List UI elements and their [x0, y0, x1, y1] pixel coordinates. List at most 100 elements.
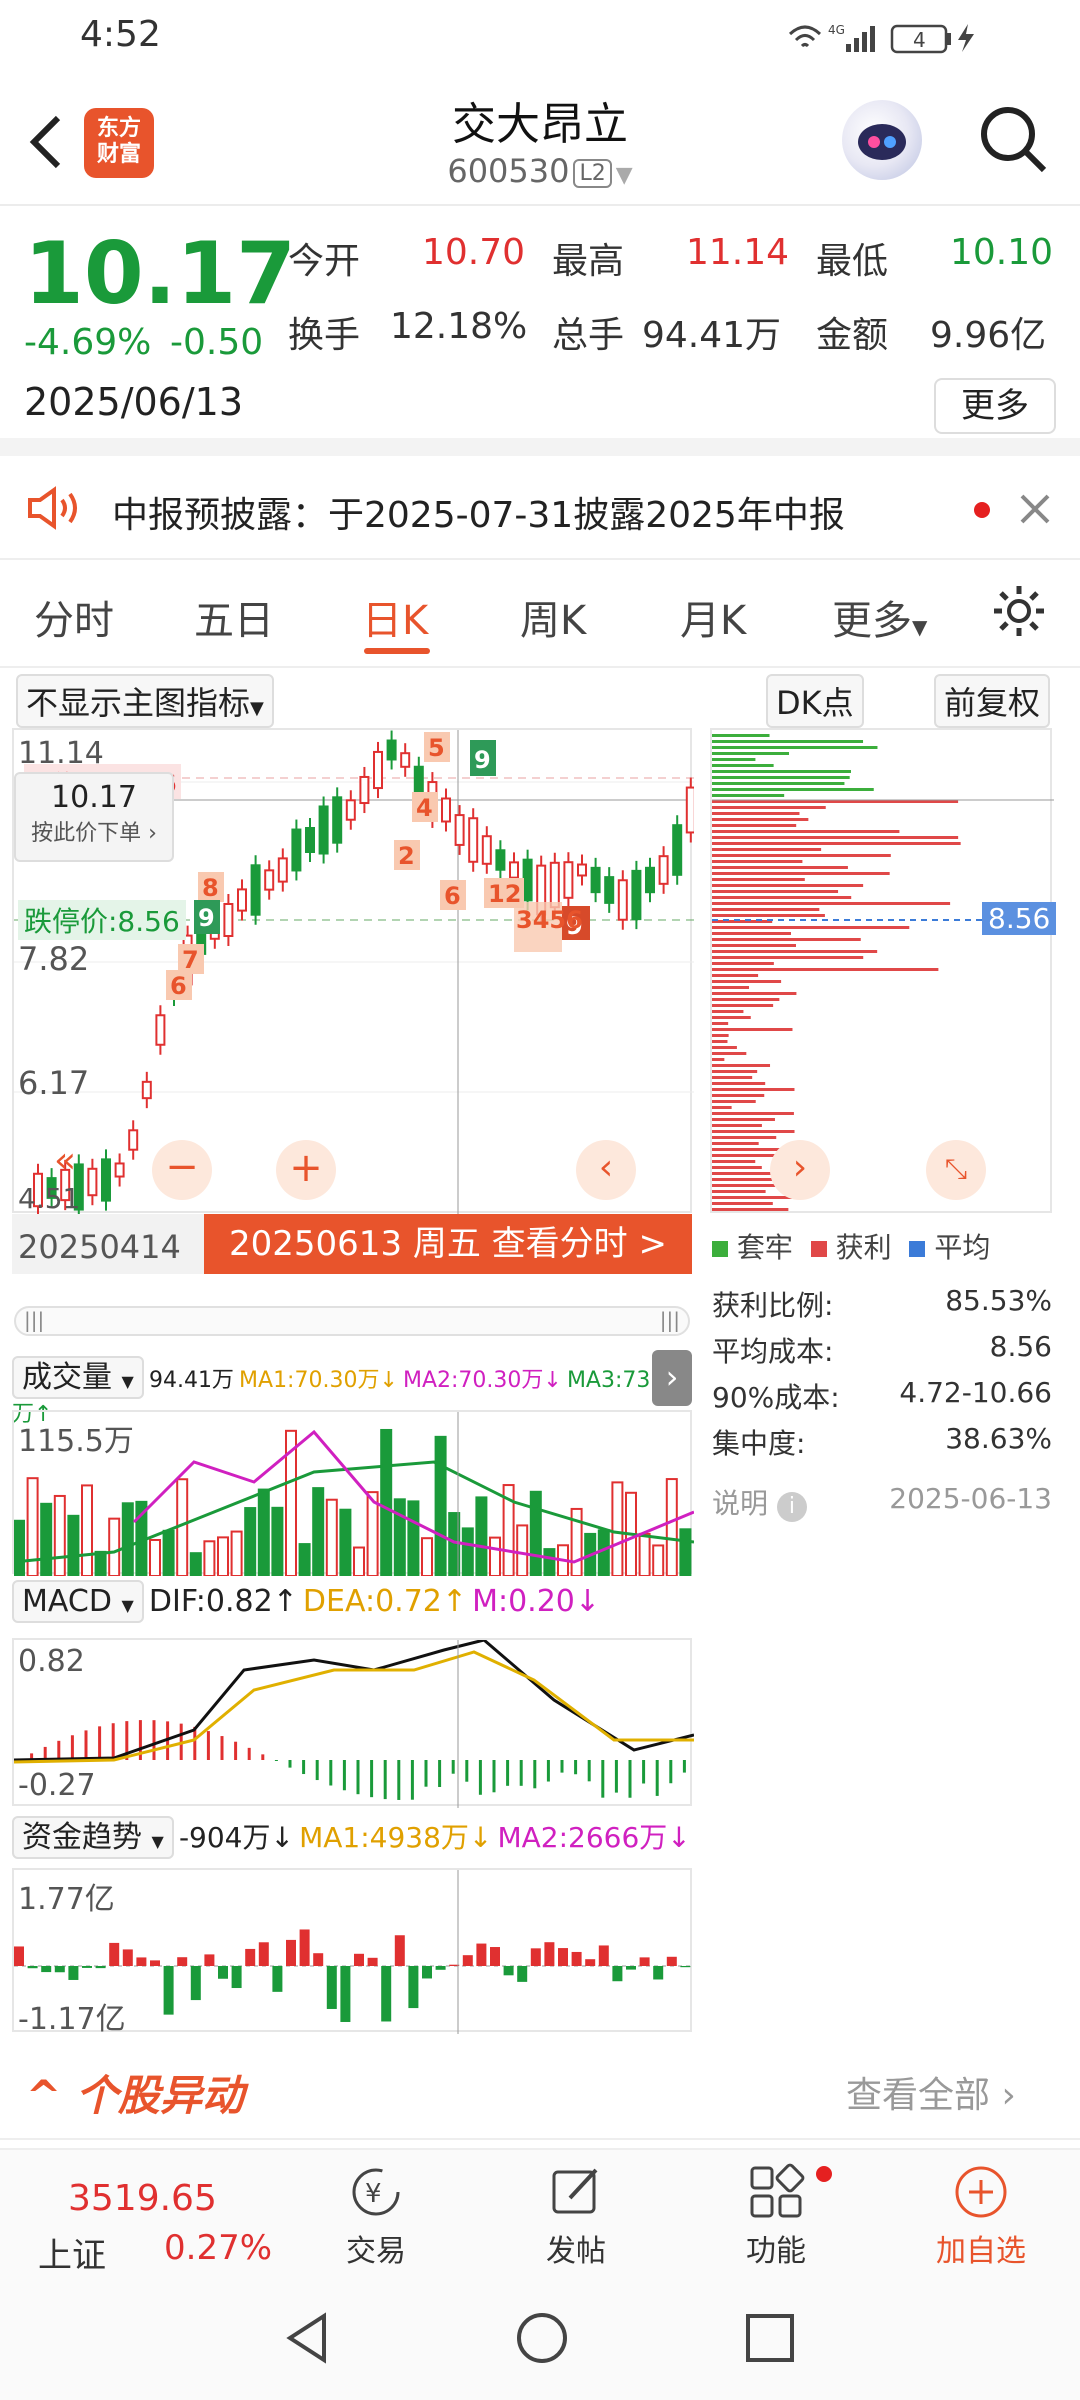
chip-bar	[712, 998, 780, 1001]
chip-bar	[712, 866, 848, 869]
chip-bar	[712, 974, 759, 977]
features-button[interactable]: 功能	[736, 2162, 832, 2270]
trade-button[interactable]: ¥ 交易	[336, 2162, 416, 2270]
chip-bar	[712, 1136, 777, 1139]
bottom-toolbar: 3519.65 上证 0.27% ¥ 交易 发帖 功能 加自选	[0, 2148, 1080, 2278]
status-bar: 4:52 4G 4	[0, 0, 1080, 70]
candle-body	[468, 817, 479, 863]
open-label: 今开	[288, 241, 361, 282]
macd-select[interactable]: MACD ▼	[12, 1580, 144, 1623]
volume-select[interactable]: 成交量 ▼	[12, 1356, 144, 1399]
notice-bar[interactable]: 中报预披露：于2025-07-31披露2025年中报	[0, 456, 1080, 560]
main-indicator-select[interactable]: 不显示主图指标▼	[16, 674, 274, 728]
tab-daily-k[interactable]: 日K	[362, 588, 428, 646]
candle-body	[617, 879, 628, 921]
recents-nav-icon[interactable]	[740, 2308, 800, 2368]
assistant-avatar[interactable]	[842, 100, 922, 180]
chart-tabs: 分时 五日 日K 周K 月K 更多▼	[0, 560, 1080, 668]
fund-bar	[340, 1966, 351, 2022]
add-watchlist-button[interactable]: 加自选	[916, 2162, 1046, 2270]
chip-bar	[712, 914, 825, 917]
post-button[interactable]: 发帖	[536, 2162, 616, 2270]
chip-bar	[712, 854, 891, 857]
candle-body	[237, 888, 247, 912]
zoom-in-button[interactable]: +	[276, 1140, 336, 1200]
cursor-date-button[interactable]: 20250613 周五 查看分时 >	[204, 1214, 692, 1274]
fund-bar	[530, 1948, 541, 1966]
volume-bar	[40, 1502, 53, 1577]
chip-bar	[712, 1130, 795, 1133]
candle-body	[604, 876, 615, 904]
volume-bar	[230, 1530, 243, 1577]
gear-icon[interactable]	[990, 582, 1048, 640]
chip-bar	[712, 842, 961, 845]
stock-movement-section[interactable]: ^ 个股异动 查看全部 ›	[0, 2040, 1080, 2140]
candle-body	[495, 849, 506, 871]
search-icon[interactable]	[976, 102, 1050, 176]
notice-text: 中报预披露：于2025-07-31披露2025年中报	[112, 495, 845, 536]
chip-bar	[712, 962, 774, 965]
scroll-handle-left[interactable]: |||	[24, 1308, 44, 1332]
volume-bar	[312, 1487, 325, 1577]
chip-note[interactable]: 说明 i	[712, 1482, 807, 1542]
chip-bar	[712, 920, 773, 923]
expand-icon[interactable]: ⤡	[926, 1140, 986, 1200]
zoom-out-button[interactable]: −	[152, 1140, 212, 1200]
chip-bar	[712, 1088, 795, 1091]
index-value[interactable]: 3519.65	[68, 2178, 217, 2219]
indicator-next-button[interactable]: ›	[652, 1350, 692, 1406]
chip-bar	[712, 1166, 762, 1169]
step-right-button[interactable]: ›	[770, 1140, 830, 1200]
chip-bar	[712, 1094, 765, 1097]
stock-code: 600530	[447, 152, 570, 190]
step-left-button[interactable]: ‹	[576, 1140, 636, 1200]
close-icon[interactable]	[1018, 492, 1052, 526]
chart-scrollbar[interactable]: ||| |||	[14, 1306, 690, 1336]
view-all-link[interactable]: 查看全部 ›	[846, 2066, 1016, 2118]
trade-label: 交易	[346, 2234, 406, 2269]
scroll-handle-right[interactable]: |||	[660, 1308, 680, 1332]
svg-text:6: 6	[170, 972, 187, 1000]
tab-five-day[interactable]: 五日	[194, 588, 274, 646]
volume-bar	[475, 1496, 488, 1577]
fund-bar	[54, 1966, 65, 1973]
volume-bar	[638, 1532, 651, 1577]
chip-bar	[712, 890, 839, 893]
chip-bar	[712, 944, 796, 947]
chip-bar	[712, 848, 822, 851]
double-left-icon[interactable]: «	[54, 1140, 76, 1181]
cursor-price-box[interactable]: 10.17 按此价下单 ›	[14, 772, 174, 862]
adjust-button[interactable]: 前复权	[934, 674, 1051, 728]
fund-select[interactable]: 资金趋势 ▼	[12, 1816, 174, 1859]
date-bar: 20250414 20250613 周五 查看分时 >	[12, 1214, 692, 1274]
fund-bar	[490, 1947, 500, 1966]
home-nav-icon[interactable]	[512, 2308, 572, 2368]
tab-more[interactable]: 更多▼	[832, 588, 927, 646]
volume-bar	[149, 1538, 161, 1577]
active-tab-indicator	[364, 648, 430, 654]
dk-point-button[interactable]: DK点	[766, 674, 864, 728]
more-button[interactable]: 更多	[934, 378, 1056, 434]
volume-bar	[597, 1529, 610, 1577]
candle-body	[631, 869, 642, 921]
fund-bar	[204, 1954, 215, 1966]
volume-bar	[611, 1481, 624, 1577]
macd-dea: DEA:0.72↑	[302, 1584, 467, 1619]
chip-bar	[712, 746, 878, 749]
chip-row: 集中度: 38.63%	[712, 1422, 1052, 1460]
tab-monthly-k[interactable]: 月K	[680, 588, 746, 646]
tab-weekly-k[interactable]: 周K	[520, 588, 586, 646]
candle-body	[277, 857, 288, 883]
fund-bar	[503, 1966, 514, 1976]
svg-text:6: 6	[444, 882, 461, 910]
fund-bar	[517, 1966, 528, 1982]
tab-intraday[interactable]: 分时	[34, 588, 114, 646]
fund-ma2: MA2:2666万↓	[497, 1821, 691, 1854]
volume-max: 115.5万	[18, 1424, 134, 1459]
cursor-hint: 按此价下单 ›	[31, 821, 157, 846]
back-nav-icon[interactable]	[280, 2308, 336, 2368]
kline-chart[interactable]: 6 7 8 9 5 9 4 2 6 12 9 3456 11.14 涨停价:10…	[12, 728, 710, 1220]
fund-bar	[639, 1957, 650, 1966]
volume-value: 94.41万	[642, 315, 782, 356]
chip-bar	[712, 1034, 729, 1037]
